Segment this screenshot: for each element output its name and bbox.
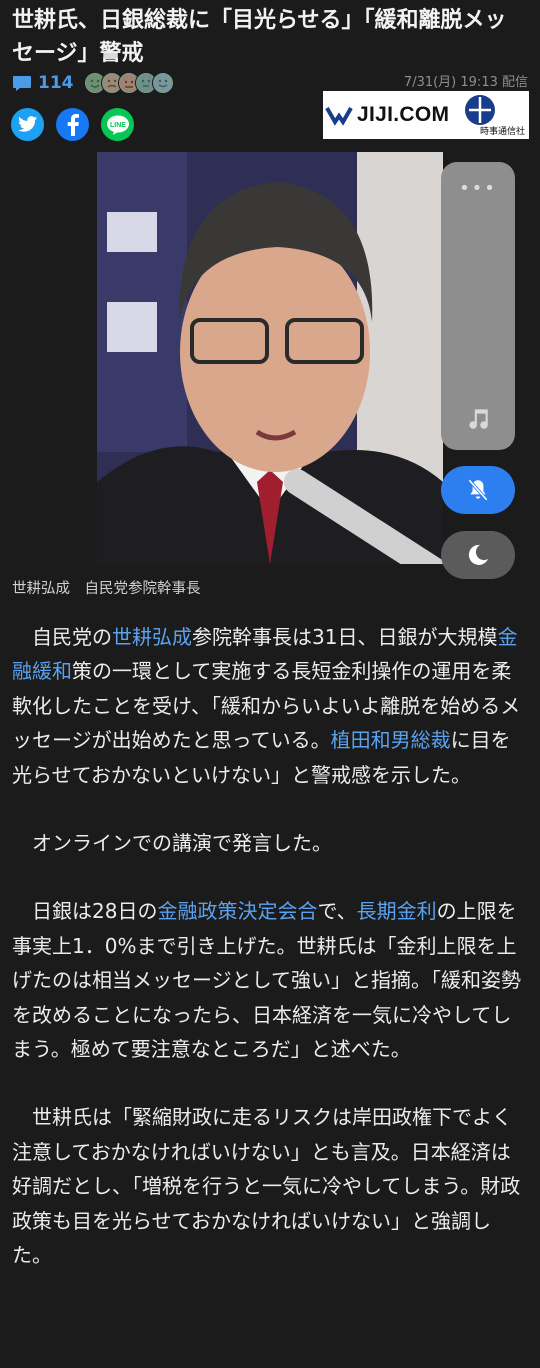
twitter-icon [17, 116, 37, 132]
paragraph-1: 自民党の世耕弘成参院幹事長は31日、日銀が大規模金融緩和策の一環として実施する長… [12, 620, 528, 792]
meta-row: 114 [12, 72, 174, 94]
jiji-mark-icon [325, 107, 353, 126]
text: で、 [317, 899, 357, 924]
more-dots-icon[interactable]: ••• [441, 178, 515, 199]
publish-date: 7/31(月) 19:13 配信 [403, 75, 528, 90]
mute-notification-button[interactable] [441, 466, 515, 514]
text: 日銀は28日の [12, 899, 158, 924]
facebook-share-button[interactable] [56, 108, 89, 141]
comment-count[interactable]: 114 [38, 73, 74, 93]
share-buttons: LINE [11, 108, 134, 141]
dark-mode-button[interactable] [441, 531, 515, 579]
source-logo[interactable]: JIJI.COM 時事通信社 [323, 91, 529, 139]
paragraph-4: 世耕氏は「緊縮財政に走るリスクは岸田政権下でよく注意しておかなければいけない」と… [12, 1105, 521, 1268]
photo-caption: 世耕弘成 自民党参院幹事長 [12, 581, 201, 597]
link-seko[interactable]: 世耕弘成 [112, 625, 192, 649]
source-logo-text: JIJI.COM [357, 103, 450, 126]
paragraph-3: 日銀は28日の金融政策決定会合で、長期金利の上限を事実上1．0%まで引き上げた。… [12, 894, 528, 1066]
twitter-share-button[interactable] [11, 108, 44, 141]
floating-side-panel[interactable]: ••• [441, 162, 515, 450]
link-kaigo[interactable]: 金融政策決定会合 [157, 899, 317, 923]
article-photo[interactable] [97, 152, 443, 564]
moon-icon [468, 544, 488, 565]
facebook-icon [67, 113, 79, 136]
link-ueda[interactable]: 植田和男総裁 [331, 728, 451, 752]
learn-reaction-icon [151, 72, 174, 94]
jiji-globe-icon [465, 95, 496, 125]
comment-icon[interactable] [12, 75, 32, 92]
text: 参院幹事長は31日、日銀が大規模 [192, 625, 498, 649]
mute-bell-icon [468, 479, 488, 501]
link-choki-kinri[interactable]: 長期金利 [357, 899, 437, 923]
text: 自民党の [12, 625, 112, 649]
article-title: 世耕氏、日銀総裁に「目光らせる」「緩和離脱メッセージ」警戒 [12, 8, 507, 66]
reaction-icons[interactable] [83, 72, 174, 94]
line-share-button[interactable]: LINE [101, 108, 134, 141]
person-photo-icon [97, 152, 443, 564]
source-logo-sub: 時事通信社 [479, 127, 525, 137]
text: の上限を事実上1．0%まで引き上げた。世耕氏は「金利上限を上げたのは相当メッセー… [12, 899, 521, 1062]
svg-text:LINE: LINE [110, 122, 126, 129]
article-body: 自民党の世耕弘成参院幹事長は31日、日銀が大規模金融緩和策の一環として実施する長… [12, 620, 528, 1273]
line-icon: LINE [106, 115, 129, 135]
paragraph-2: オンラインでの講演で発言した。 [12, 831, 332, 856]
music-icon[interactable] [465, 405, 491, 431]
